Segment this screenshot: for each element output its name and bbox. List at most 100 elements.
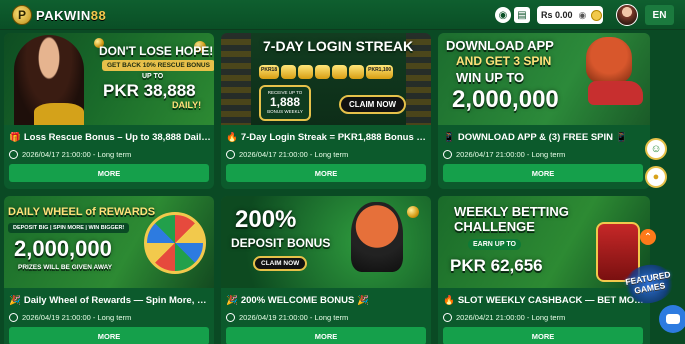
- promo-card[interactable]: WEEKLY BETTING CHALLENGE EARN UP TO PKR …: [438, 196, 650, 344]
- promo-title-text: DOWNLOAD APP & (3) FREE SPIN 📱: [457, 132, 628, 143]
- party-icon: 🎉: [9, 295, 21, 306]
- banner-sub: CHALLENGE: [454, 219, 535, 234]
- promo-card[interactable]: DON'T LOSE HOPE! GET BACK 10% RESCUE BON…: [4, 33, 214, 189]
- clock-icon: [443, 150, 452, 159]
- coin-decoration: [407, 206, 419, 218]
- promo-date-text: 2026/04/17 21:00:00 - Long term: [239, 150, 349, 159]
- logo-mark: P: [12, 5, 32, 25]
- clock-icon: [226, 313, 235, 322]
- banner-upto: UP TO: [142, 73, 164, 80]
- promo-date-text: 2026/04/19 21:00:00 - Long term: [239, 313, 349, 322]
- banner-tag: PRIZES WILL BE GIVEN AWAY: [18, 264, 113, 271]
- coin-icon: [591, 9, 603, 21]
- eye-icon[interactable]: ◉: [579, 10, 587, 21]
- promo-title-text: Daily Wheel of Rewards — Spin More, Win …: [23, 295, 214, 306]
- promo-date: 2026/04/17 21:00:00 - Long term: [226, 150, 348, 159]
- top-header: P PAKWIN88 ◉ ▤ Rs 0.00 ◉ EN: [0, 0, 685, 30]
- promo-card[interactable]: 200% DEPOSIT BONUS CLAIM NOW 🎉 200% WELCO…: [221, 196, 431, 344]
- avatar[interactable]: [616, 4, 638, 26]
- chat-button[interactable]: [659, 305, 685, 333]
- promo-title: 🎉 200% WELCOME BONUS 🎉: [226, 295, 431, 309]
- balance-display[interactable]: Rs 0.00 ◉: [537, 6, 603, 24]
- day-pill-final: PKR1,100: [366, 65, 394, 79]
- banner-sub: GET BACK 10% RESCUE BONUS: [102, 60, 214, 71]
- wallet-icon[interactable]: ◉: [495, 7, 511, 23]
- promo-date: 2026/04/19 21:00:00 - Long term: [226, 313, 348, 322]
- clock-icon: [9, 150, 18, 159]
- language-button[interactable]: EN: [645, 5, 674, 25]
- promo-banner-3[interactable]: DOWNLOAD APP AND GET 3 SPIN WIN UP TO 2,…: [438, 33, 650, 125]
- more-button[interactable]: MORE: [443, 164, 643, 182]
- promo-date: 2026/04/17 21:00:00 - Long term: [443, 150, 565, 159]
- slot-reel: [221, 33, 251, 125]
- promo-title: 🎁 Loss Rescue Bonus – Up to 38,888 Daily …: [9, 132, 214, 146]
- banner-amount: 2,000,000: [14, 236, 112, 261]
- gift-icon: 🎁: [9, 132, 21, 143]
- more-button[interactable]: MORE: [443, 327, 643, 344]
- deposit-icon[interactable]: ▤: [514, 7, 530, 23]
- banner-upto: WIN UP TO: [456, 70, 525, 85]
- badge-amount: 1,888: [269, 95, 301, 109]
- more-button[interactable]: MORE: [226, 164, 426, 182]
- promo-banner-6[interactable]: WEEKLY BETTING CHALLENGE EARN UP TO PKR …: [438, 196, 650, 288]
- mascot: [586, 37, 632, 83]
- promo-date: 2026/04/21 21:00:00 - Long term: [443, 313, 565, 322]
- clock-icon: [226, 150, 235, 159]
- more-button[interactable]: MORE: [226, 327, 426, 344]
- chat-icon: [666, 314, 680, 324]
- banner-heading: 200%: [235, 206, 297, 233]
- promo-banner-5[interactable]: 200% DEPOSIT BONUS CLAIM NOW: [221, 196, 431, 288]
- promo-banner-2[interactable]: 7-DAY LOGIN STREAK PKR18 PKR1,100 RECEIV…: [221, 33, 431, 125]
- balance-value: Rs 0.00: [541, 10, 573, 20]
- claim-now-button[interactable]: CLAIM NOW: [339, 95, 407, 114]
- mascot: [351, 202, 403, 272]
- promo-title-text: SLOT WEEKLY CASHBACK — BET MORE...: [457, 295, 648, 306]
- banner-heading: WEEKLY BETTING: [454, 204, 569, 219]
- claim-now-button[interactable]: CLAIM NOW: [253, 256, 308, 271]
- promo-banner-1[interactable]: DON'T LOSE HOPE! GET BACK 10% RESCUE BON…: [4, 33, 214, 125]
- banner-amount: 2,000,000: [452, 86, 559, 113]
- mascot-car: [588, 81, 643, 105]
- brand-num: 88: [90, 7, 107, 23]
- gift-float-icon[interactable]: ●: [645, 166, 667, 188]
- day-pill: PKR18: [259, 65, 280, 79]
- reward-badge: RECEIVE UP TO 1,888 BONUS WEEKLY: [259, 85, 311, 121]
- phone-icon: 📱: [443, 132, 455, 143]
- clock-icon: [443, 313, 452, 322]
- promo-title: 🔥 SLOT WEEKLY CASHBACK — BET MORE...: [443, 295, 648, 309]
- banner-upto: EARN UP TO: [468, 239, 521, 250]
- more-button[interactable]: MORE: [9, 164, 209, 182]
- banner-heading: DAILY WHEEL of REWARDS: [8, 206, 156, 218]
- promo-title-text: 200% WELCOME BONUS 🎉: [240, 295, 369, 306]
- promo-title: 🎉 Daily Wheel of Rewards — Spin More, Win…: [9, 295, 214, 309]
- streak-days: PKR18 PKR1,100: [259, 65, 399, 79]
- banner-sub: DEPOSIT BIG | SPIN MORE | WIN BIGGER!: [8, 223, 130, 233]
- banner-heading: DON'T LOSE HOPE!: [99, 44, 214, 58]
- fire-icon: 🔥: [443, 295, 455, 306]
- banner-sub: DEPOSIT BONUS: [231, 236, 331, 250]
- coin-pile: [34, 103, 84, 125]
- prize-wheel: [144, 212, 206, 274]
- promo-card[interactable]: DAILY WHEEL of REWARDS DEPOSIT BIG | SPI…: [4, 196, 214, 344]
- promo-title: 📱 DOWNLOAD APP & (3) FREE SPIN 📱: [443, 132, 648, 146]
- promo-date-text: 2026/04/17 21:00:00 - Long term: [456, 150, 566, 159]
- more-button[interactable]: MORE: [9, 327, 209, 344]
- banner-amount: PKR 62,656: [450, 256, 543, 275]
- site-logo[interactable]: P PAKWIN88: [12, 5, 106, 25]
- promo-date: 2026/04/19 21:00:00 - Long term: [9, 313, 131, 322]
- promo-title: 🔥 7-Day Login Streak = PKR1,888 Bonus Dro…: [226, 132, 431, 146]
- support-agent-icon[interactable]: ☺: [645, 138, 667, 160]
- clock-icon: [9, 313, 18, 322]
- chevron-up-icon[interactable]: ⌃: [640, 229, 656, 245]
- promo-date-text: 2026/04/21 21:00:00 - Long term: [456, 313, 566, 322]
- promo-banner-4[interactable]: DAILY WHEEL of REWARDS DEPOSIT BIG | SPI…: [4, 196, 214, 288]
- badge-tag: BONUS WEEKLY: [267, 109, 303, 114]
- party-icon: 🎉: [226, 295, 238, 306]
- promo-card[interactable]: DOWNLOAD APP AND GET 3 SPIN WIN UP TO 2,…: [438, 33, 650, 189]
- promo-card[interactable]: 7-DAY LOGIN STREAK PKR18 PKR1,100 RECEIV…: [221, 33, 431, 189]
- banner-amount: PKR 38,888: [103, 81, 196, 100]
- banner-tag: DAILY!: [172, 100, 202, 110]
- banner-heading: DOWNLOAD APP: [446, 38, 554, 53]
- promo-date: 2026/04/17 21:00:00 - Long term: [9, 150, 131, 159]
- promo-date-text: 2026/04/17 21:00:00 - Long term: [22, 150, 132, 159]
